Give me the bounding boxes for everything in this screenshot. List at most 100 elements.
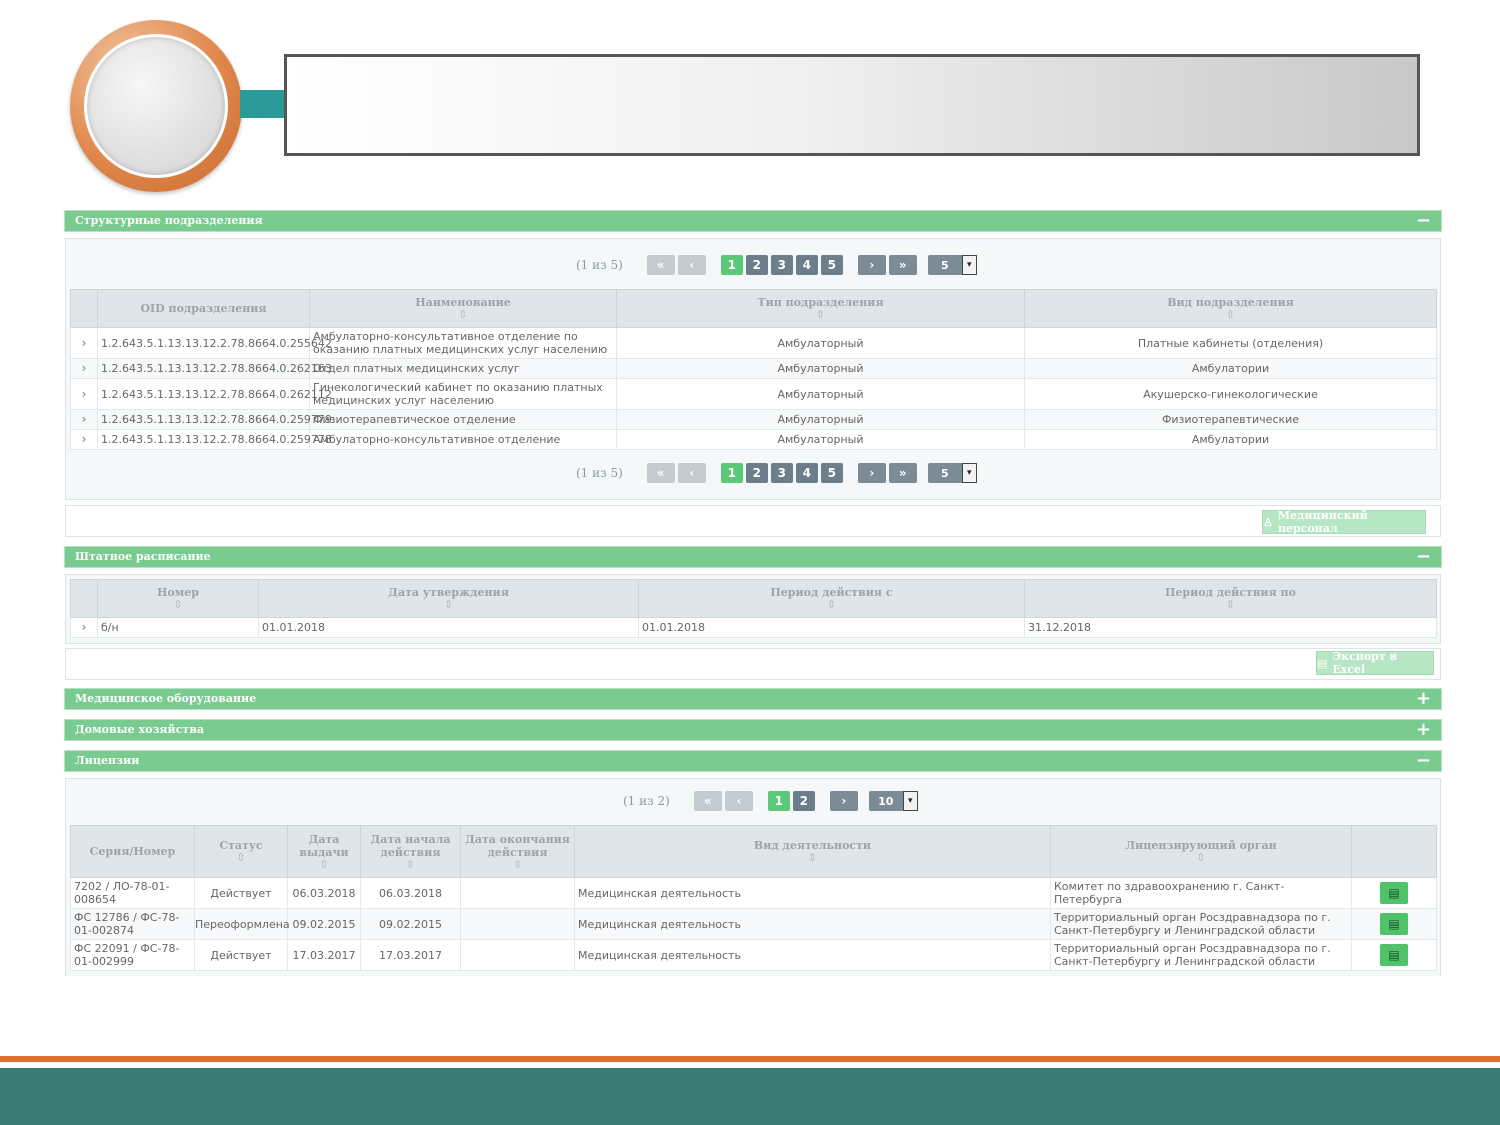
sort-icon[interactable]: ⇳ <box>310 309 616 321</box>
cell-oid: 1.2.643.5.1.13.13.12.2.78.8664.0.259778 <box>97 429 332 450</box>
panel-header-structural-units[interactable]: Структурные подразделения − <box>64 210 1442 232</box>
page-5-button[interactable]: 5 <box>820 463 843 483</box>
column-header-number[interactable]: Номер ⇳ <box>97 579 259 618</box>
column-header-status[interactable]: Статус ⇳ <box>194 825 288 878</box>
page-2-button[interactable]: 2 <box>745 255 768 275</box>
page-1-button[interactable]: 1 <box>767 791 790 811</box>
next-page-icon[interactable]: › <box>829 791 858 811</box>
collapse-icon[interactable]: − <box>1416 546 1431 567</box>
next-page-icon[interactable]: › <box>857 255 886 275</box>
cell-kind: Акушерско-гинекологические <box>1024 378 1437 410</box>
document-icon[interactable]: ▤ <box>1380 882 1408 904</box>
cell-oid: 1.2.643.5.1.13.13.12.2.78.8664.0.262163 <box>97 358 332 379</box>
expand-icon[interactable]: + <box>1416 719 1431 740</box>
row-expander-icon[interactable]: › <box>70 429 98 450</box>
next-page-icon[interactable]: › <box>857 463 886 483</box>
collapse-icon[interactable]: − <box>1416 750 1431 771</box>
column-header-number[interactable]: Серия/Номер <box>70 825 195 878</box>
panel-header-licenses[interactable]: Лицензии − <box>64 750 1442 772</box>
table-row[interactable]: › 1.2.643.5.1.13.13.12.2.78.8664.0.25977… <box>70 409 1437 430</box>
paginator-bottom: (1 из 5) « ‹ 1 2 3 4 5 › » 5 ▾ <box>576 462 977 484</box>
cell-authority: Комитет по здравоохранению г. Санкт-Пете… <box>1050 877 1352 909</box>
prev-page-icon[interactable]: ‹ <box>724 791 753 811</box>
export-excel-button[interactable]: ▤ Экспорт в Excel <box>1316 650 1434 676</box>
cell-status: Переоформлена <box>194 908 290 940</box>
page-1-button[interactable]: 1 <box>720 463 743 483</box>
medallion-inner <box>84 34 228 178</box>
table-row[interactable]: › 1.2.643.5.1.13.13.12.2.78.8664.0.26216… <box>70 358 1437 379</box>
page-3-button[interactable]: 3 <box>770 255 793 275</box>
sort-icon[interactable]: ⇳ <box>361 858 460 871</box>
page-2-button[interactable]: 2 <box>792 791 815 811</box>
column-header-issued[interactable]: Дата выдачи ⇳ <box>287 825 361 878</box>
table-row[interactable]: 7202 / ЛО-78-01-008654 Действует 06.03.2… <box>70 877 1437 909</box>
document-icon[interactable]: ▤ <box>1380 913 1408 935</box>
last-page-icon[interactable]: » <box>888 255 917 275</box>
column-header-oid[interactable]: OID подразделения <box>97 289 310 328</box>
column-header-authority[interactable]: Лицензирующий орган ⇳ <box>1050 825 1352 878</box>
table-row[interactable]: › 1.2.643.5.1.13.13.12.2.78.8664.0.25564… <box>70 327 1437 359</box>
page-2-button[interactable]: 2 <box>745 463 768 483</box>
row-expander-icon[interactable]: › <box>70 409 98 430</box>
row-expander-icon[interactable]: › <box>70 358 98 379</box>
first-page-icon[interactable]: « <box>693 791 722 811</box>
sort-icon[interactable]: ⇳ <box>1025 309 1436 321</box>
column-header-to[interactable]: Период действия по ⇳ <box>1024 579 1437 618</box>
prev-page-icon[interactable]: ‹ <box>677 463 706 483</box>
document-icon: ▤ <box>1317 656 1328 670</box>
page-5-button[interactable]: 5 <box>820 255 843 275</box>
column-header-end[interactable]: Дата окончания действия ⇳ <box>460 825 575 878</box>
page-4-button[interactable]: 4 <box>795 463 818 483</box>
per-page-select[interactable]: 5 ▾ <box>927 255 977 275</box>
sort-icon[interactable]: ⇳ <box>575 852 1050 864</box>
sort-icon[interactable]: ⇳ <box>1025 599 1436 611</box>
sort-icon[interactable]: ⇳ <box>1051 852 1351 864</box>
column-header-type[interactable]: Тип подразделения ⇳ <box>616 289 1025 328</box>
cell-from: 01.01.2018 <box>638 617 1025 638</box>
panel-header-households[interactable]: Домовые хозяйства + <box>64 719 1442 741</box>
expand-icon[interactable]: + <box>1416 688 1431 709</box>
last-page-icon[interactable]: » <box>888 463 917 483</box>
first-page-icon[interactable]: « <box>646 255 675 275</box>
table-row[interactable]: › б/н 01.01.2018 01.01.2018 31.12.2018 <box>70 617 1437 638</box>
column-header-start[interactable]: Дата начала действия ⇳ <box>360 825 461 878</box>
column-header-name[interactable]: Наименование ⇳ <box>309 289 617 328</box>
per-page-select[interactable]: 5 ▾ <box>927 463 977 483</box>
sort-icon[interactable]: ⇳ <box>288 858 360 871</box>
table-row[interactable]: ФС 12786 / ФС-78-01-002874 Переоформлена… <box>70 908 1437 940</box>
document-icon[interactable]: ▤ <box>1380 944 1408 966</box>
panel-header-staffing[interactable]: Штатное расписание − <box>64 546 1442 568</box>
sort-icon[interactable]: ⇳ <box>195 852 287 864</box>
table-row[interactable]: ФС 22091 / ФС-78-01-002999 Действует 17.… <box>70 939 1437 971</box>
page-4-button[interactable]: 4 <box>795 255 818 275</box>
table-row[interactable]: › 1.2.643.5.1.13.13.12.2.78.8664.0.25977… <box>70 429 1437 450</box>
staff-icon: ♙ <box>1263 515 1273 529</box>
panel-header-equipment[interactable]: Медицинское оборудование + <box>64 688 1442 710</box>
cell-number: 7202 / ЛО-78-01-008654 <box>70 877 195 909</box>
table-row[interactable]: › 1.2.643.5.1.13.13.12.2.78.8664.0.26211… <box>70 378 1437 410</box>
column-header-activity[interactable]: Вид деятельности ⇳ <box>574 825 1051 878</box>
collapse-icon[interactable]: − <box>1416 210 1431 231</box>
row-expander-icon[interactable]: › <box>70 327 98 359</box>
prev-page-icon[interactable]: ‹ <box>677 255 706 275</box>
page-1-button[interactable]: 1 <box>720 255 743 275</box>
slide-title-box <box>284 54 1420 156</box>
first-page-icon[interactable]: « <box>646 463 675 483</box>
column-header-from[interactable]: Период действия с ⇳ <box>638 579 1025 618</box>
page-3-button[interactable]: 3 <box>770 463 793 483</box>
cell-oid: 1.2.643.5.1.13.13.12.2.78.8664.0.259779 <box>97 409 332 430</box>
sort-icon[interactable]: ⇳ <box>617 309 1024 321</box>
row-expander-icon[interactable]: › <box>70 617 98 638</box>
sort-icon[interactable]: ⇳ <box>461 858 574 871</box>
per-page-select[interactable]: 10 ▾ <box>868 791 918 811</box>
expander-header <box>70 579 98 618</box>
medical-staff-button[interactable]: ♙ Медицинский персонал <box>1262 509 1426 535</box>
sort-icon[interactable]: ⇳ <box>259 599 638 611</box>
row-expander-icon[interactable]: › <box>70 378 98 410</box>
sort-icon[interactable]: ⇳ <box>98 599 258 611</box>
footer-accent-line <box>0 1056 1500 1062</box>
sort-icon[interactable]: ⇳ <box>639 599 1024 611</box>
cell-name: Амбулаторно-консультативное отделение <box>309 429 617 450</box>
column-header-kind[interactable]: Вид подразделения ⇳ <box>1024 289 1437 328</box>
column-header-approved[interactable]: Дата утверждения ⇳ <box>258 579 639 618</box>
